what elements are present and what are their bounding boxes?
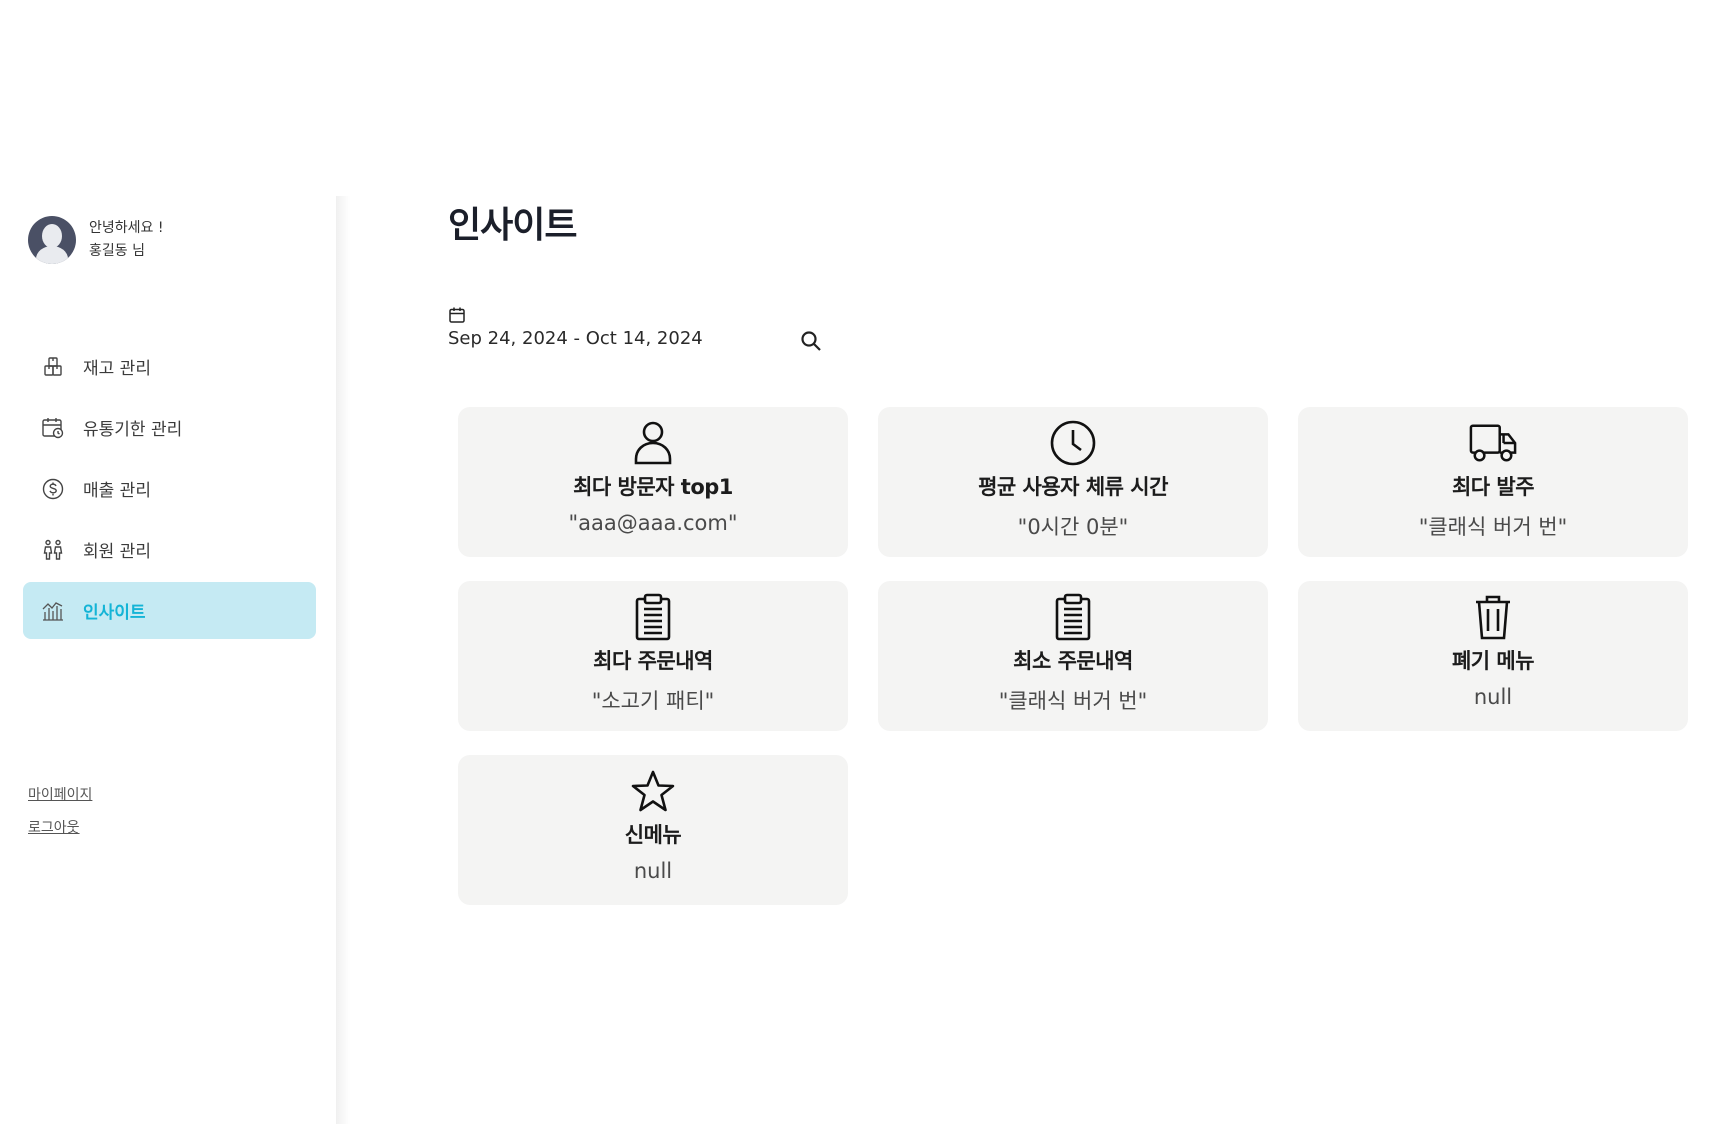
sidebar-item-label: 인사이트 [83, 603, 146, 623]
sidebar-item-sales[interactable]: 매출 관리 [23, 460, 316, 517]
sidebar-nav: 재고 관리 유통기한 관리 매출 관리 회원 관리 인사이트 [23, 338, 316, 643]
sidebar-item-members[interactable]: 회원 관리 [23, 521, 316, 578]
card-title: 최다 방문자 top1 [573, 475, 733, 499]
user-name: 홍길동 님 [89, 243, 145, 259]
sidebar-item-expiry[interactable]: 유통기한 관리 [23, 399, 316, 456]
sidebar-item-label: 매출 관리 [83, 481, 151, 501]
insight-card-discarded-menu: 폐기 메뉴 null [1298, 581, 1688, 731]
insight-card-most-ordered: 최다 주문내역 "소고기 패티" [458, 581, 848, 731]
mypage-link[interactable]: 마이페이지 [28, 779, 92, 812]
app-window: 안녕하세요 ! 홍길동 님 재고 관리 유통기한 관리 매출 관리 회원 관리 … [0, 0, 1728, 1124]
card-value: "aaa@aaa.com" [568, 511, 738, 535]
greeting-text: 안녕하세요 ! [89, 220, 164, 236]
main-content: 인사이트 Sep 24, 2024 - Oct 14, 2024 최다 방문자 … [448, 196, 1688, 905]
avatar [28, 216, 76, 264]
card-title: 최소 주문내역 [1013, 649, 1133, 673]
sidebar-footer: 마이페이지 로그아웃 [28, 779, 92, 845]
sidebar-item-label: 재고 관리 [83, 359, 151, 379]
insight-chart-icon [41, 599, 65, 623]
insight-card-least-ordered: 최소 주문내역 "클래식 버거 번" [878, 581, 1268, 731]
truck-icon [1469, 419, 1517, 467]
inventory-icon [41, 355, 65, 379]
insight-cards: 최다 방문자 top1 "aaa@aaa.com" 평균 사용자 체류 시간 "… [458, 407, 1688, 905]
insight-card-new-menu: 신메뉴 null [458, 755, 848, 905]
greeting: 안녕하세요 ! 홍길동 님 [89, 217, 163, 263]
trash-icon [1469, 593, 1517, 641]
calendar-icon [448, 306, 466, 324]
card-value: "클래식 버거 번" [998, 689, 1148, 713]
card-title: 최다 주문내역 [593, 649, 713, 673]
card-title: 평균 사용자 체류 시간 [978, 475, 1168, 499]
user-profile: 안녕하세요 ! 홍길동 님 [28, 216, 163, 264]
card-value: null [1473, 685, 1513, 709]
star-icon [629, 767, 677, 815]
calendar-clock-icon [41, 416, 65, 440]
dollar-circle-icon [41, 477, 65, 501]
sidebar-item-label: 회원 관리 [83, 542, 151, 562]
user-icon [629, 419, 677, 467]
insight-card-top-visitor: 최다 방문자 top1 "aaa@aaa.com" [458, 407, 848, 557]
card-value: "0시간 0분" [1017, 515, 1129, 539]
insight-card-avg-stay: 평균 사용자 체류 시간 "0시간 0분" [878, 407, 1268, 557]
card-title: 신메뉴 [624, 823, 682, 847]
people-icon [41, 538, 65, 562]
card-value: "클래식 버거 번" [1418, 515, 1568, 539]
clipboard-icon [629, 593, 677, 641]
card-title: 최다 발주 [1451, 475, 1535, 499]
clock-icon [1049, 419, 1097, 467]
insight-card-top-order: 최다 발주 "클래식 버거 번" [1298, 407, 1688, 557]
card-value: null [633, 859, 673, 883]
card-title: 폐기 메뉴 [1451, 649, 1535, 673]
sidebar-item-inventory[interactable]: 재고 관리 [23, 338, 316, 395]
sidebar-divider [336, 196, 350, 1124]
search-icon[interactable] [799, 329, 823, 353]
date-range-picker[interactable]: Sep 24, 2024 - Oct 14, 2024 [448, 306, 703, 349]
logout-link[interactable]: 로그아웃 [28, 812, 92, 845]
clipboard-icon [1049, 593, 1097, 641]
date-range-text: Sep 24, 2024 - Oct 14, 2024 [448, 328, 703, 349]
sidebar-item-label: 유통기한 관리 [83, 420, 183, 440]
card-value: "소고기 패티" [591, 689, 715, 713]
sidebar-item-insight[interactable]: 인사이트 [23, 582, 316, 639]
page-title: 인사이트 [448, 205, 577, 246]
sidebar: 안녕하세요 ! 홍길동 님 재고 관리 유통기한 관리 매출 관리 회원 관리 … [0, 196, 339, 1124]
